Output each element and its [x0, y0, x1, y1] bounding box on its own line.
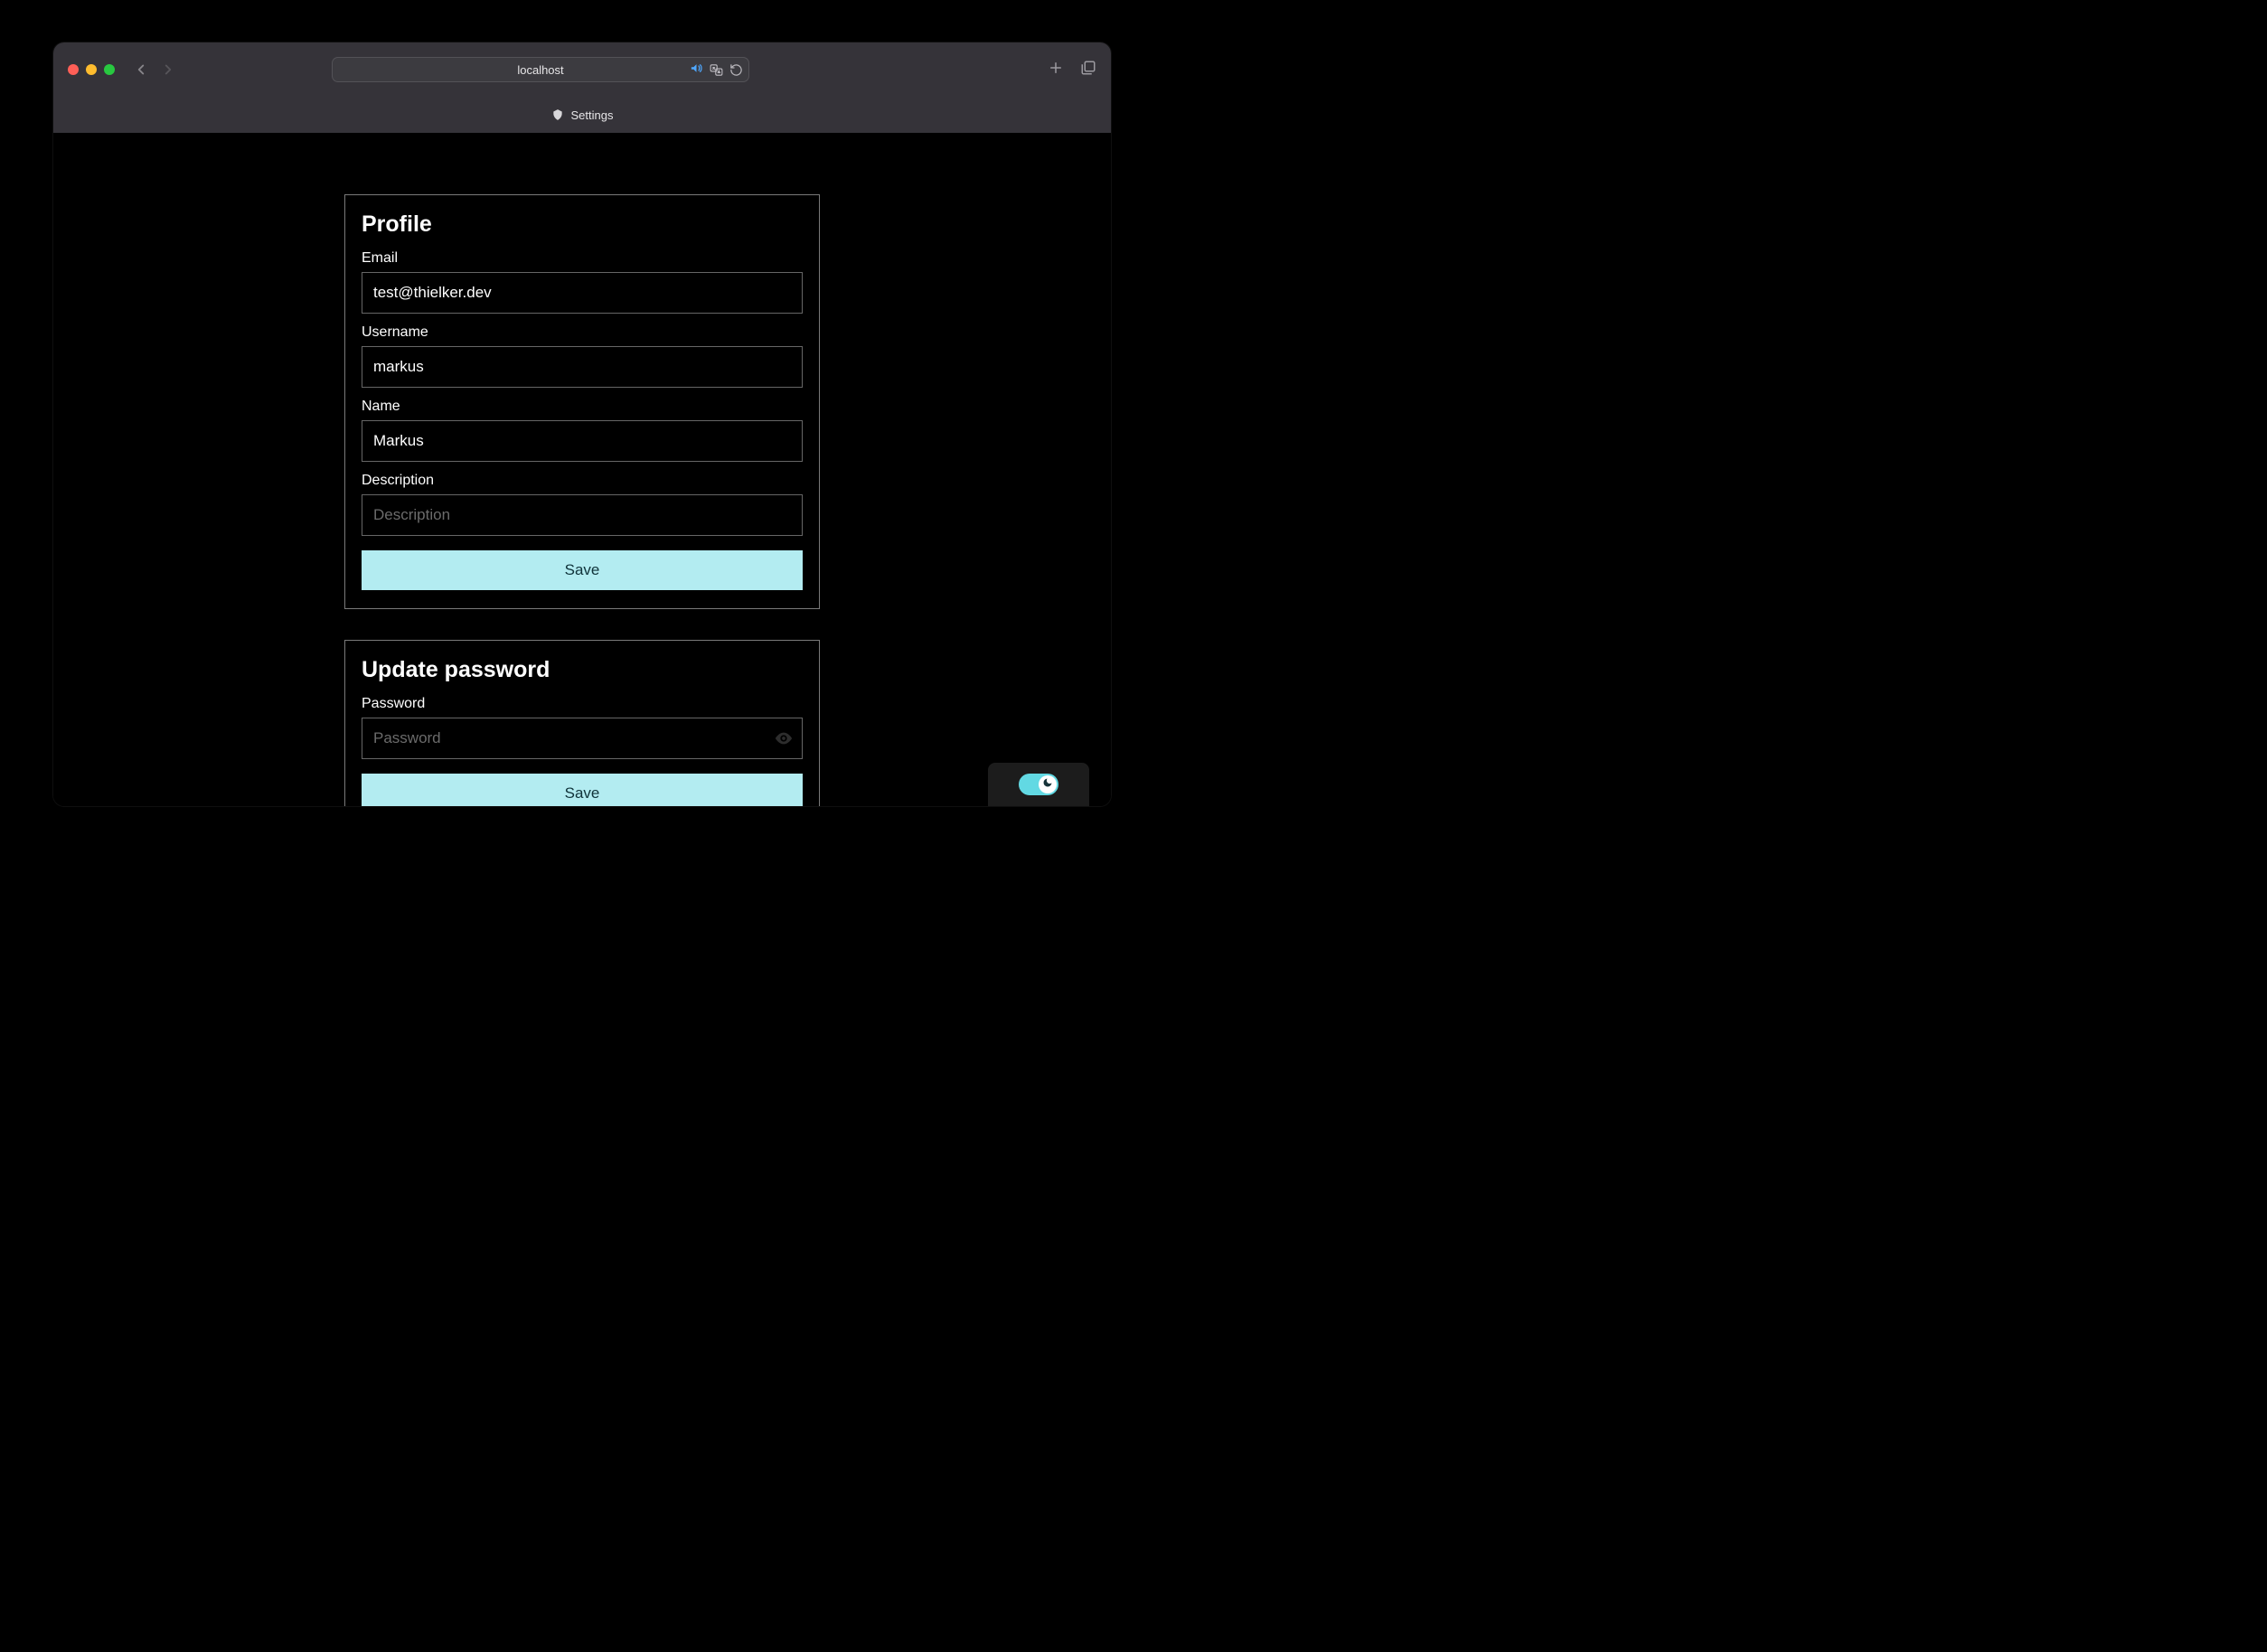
window-minimize-button[interactable]	[86, 64, 97, 75]
password-field[interactable]	[362, 718, 803, 759]
chrome-top-row: localhost	[53, 42, 1111, 97]
description-label: Description	[362, 473, 803, 489]
description-field[interactable]	[362, 494, 803, 536]
username-field[interactable]	[362, 346, 803, 388]
name-group: Name	[362, 399, 803, 462]
email-group: Email	[362, 250, 803, 314]
cards-column: Profile Email Username Name Description	[344, 194, 820, 806]
password-save-button[interactable]: Save	[362, 774, 803, 806]
url-right-icons	[690, 61, 743, 78]
name-label: Name	[362, 399, 803, 415]
description-group: Description	[362, 473, 803, 536]
password-input-wrap	[362, 718, 803, 759]
new-tab-icon[interactable]	[1048, 60, 1064, 80]
chrome-right-icons	[1048, 60, 1096, 80]
tab-title[interactable]: Settings	[571, 108, 614, 122]
password-heading: Update password	[362, 657, 803, 683]
password-card: Update password Password Save	[344, 640, 820, 806]
theme-toggle[interactable]	[1019, 774, 1058, 795]
window-close-button[interactable]	[68, 64, 79, 75]
window-maximize-button[interactable]	[104, 64, 115, 75]
tabs-overview-icon[interactable]	[1080, 60, 1096, 80]
username-group: Username	[362, 324, 803, 388]
moon-icon	[1042, 776, 1053, 793]
tab-row: Settings	[53, 97, 1111, 133]
toggle-password-visibility-icon[interactable]	[774, 728, 794, 748]
page-content: Profile Email Username Name Description	[53, 133, 1111, 806]
translate-icon[interactable]	[709, 62, 724, 78]
username-label: Username	[362, 324, 803, 341]
reload-icon[interactable]	[729, 63, 743, 77]
password-group: Password	[362, 696, 803, 759]
url-bar[interactable]: localhost	[332, 57, 749, 82]
browser-window: localhost	[53, 42, 1111, 806]
email-label: Email	[362, 250, 803, 267]
profile-heading: Profile	[362, 211, 803, 238]
theme-toggle-panel	[988, 763, 1089, 806]
nav-buttons	[133, 61, 176, 78]
profile-save-button[interactable]: Save	[362, 550, 803, 590]
theme-toggle-knob	[1039, 775, 1057, 793]
browser-chrome: localhost	[53, 42, 1111, 133]
tab-favicon-icon	[551, 108, 564, 121]
password-label: Password	[362, 696, 803, 712]
traffic-lights	[68, 64, 115, 75]
audio-icon[interactable]	[690, 61, 703, 78]
name-field[interactable]	[362, 420, 803, 462]
url-text: localhost	[517, 63, 563, 77]
email-field[interactable]	[362, 272, 803, 314]
profile-card: Profile Email Username Name Description	[344, 194, 820, 609]
back-button[interactable]	[133, 61, 149, 78]
forward-button[interactable]	[160, 61, 176, 78]
